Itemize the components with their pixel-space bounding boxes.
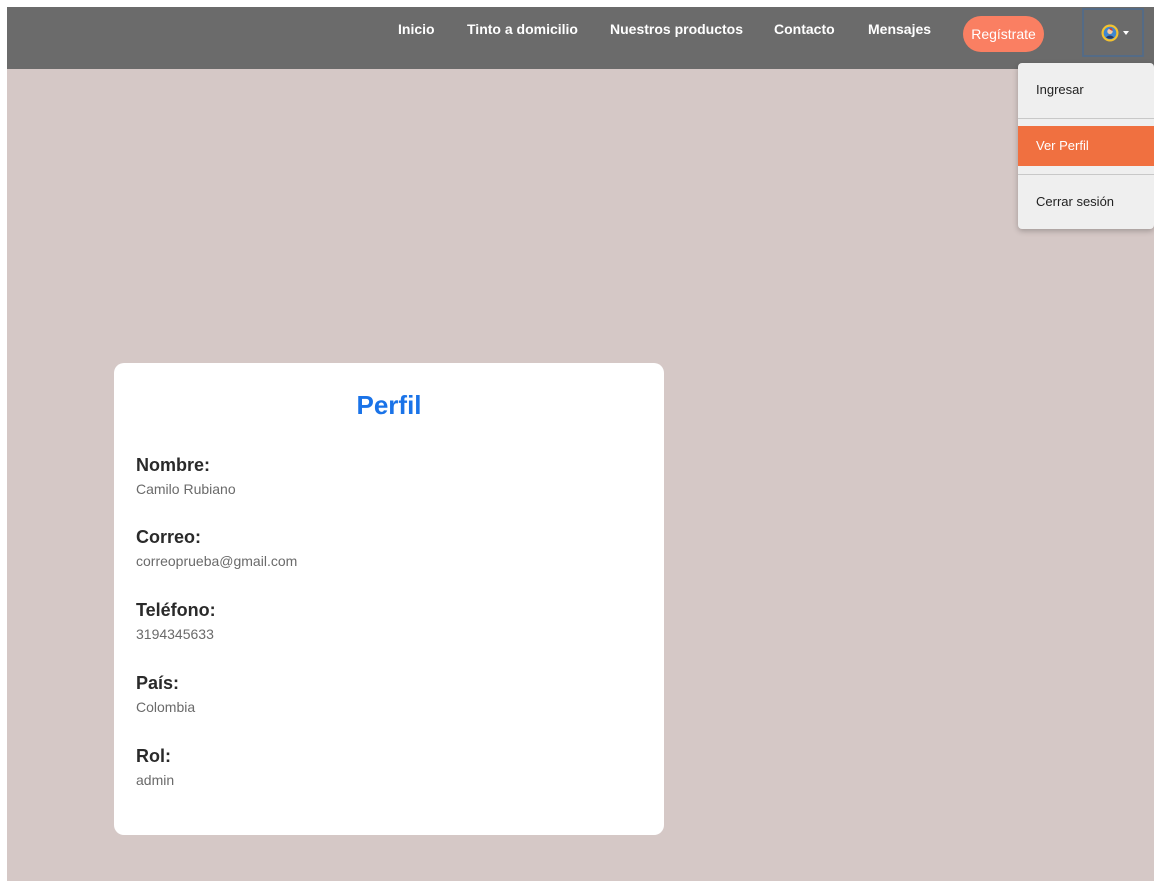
nav-link-nuestros-productos[interactable]: Nuestros productos [610, 20, 743, 38]
profile-card: Perfil Nombre: Camilo Rubiano Correo: co… [114, 363, 664, 835]
user-dropdown-menu: Ingresar Ver Perfil Cerrar sesión [1018, 63, 1154, 229]
field-value-correo: correoprueba@gmail.com [136, 553, 298, 569]
field-label-pais: País: [136, 673, 180, 693]
caret-down-icon [1123, 31, 1129, 35]
profile-title: Perfil [356, 390, 422, 420]
menu-item-ingresar[interactable]: Ingresar [1018, 70, 1154, 110]
field-label-nombre: Nombre: [136, 455, 211, 475]
field-value-pais: Colombia [136, 699, 196, 715]
field-label-rol: Rol: [136, 746, 171, 766]
nav-link-mensajes[interactable]: Mensajes [868, 20, 931, 38]
menu-item-ver-perfil[interactable]: Ver Perfil [1018, 126, 1154, 166]
field-value-rol: admin [136, 772, 175, 788]
menu-item-cerrar-sesion[interactable]: Cerrar sesión [1018, 182, 1154, 222]
page: Inicio Tinto a domicilio Nuestros produc… [7, 7, 1154, 881]
user-menu-toggle[interactable] [1082, 8, 1144, 57]
field-value-telefono: 3194345633 [136, 626, 214, 642]
nav-link-contacto[interactable]: Contacto [774, 20, 835, 38]
menu-divider [1018, 118, 1154, 119]
field-value-nombre: Camilo Rubiano [136, 481, 236, 497]
nav-link-inicio[interactable]: Inicio [398, 20, 435, 38]
field-label-telefono: Teléfono: [136, 600, 216, 620]
menu-divider [1018, 174, 1154, 175]
user-avatar-icon [1101, 24, 1119, 42]
field-label-correo: Correo: [136, 527, 202, 547]
nav-link-tinto-a-domicilio[interactable]: Tinto a domicilio [467, 20, 578, 38]
register-button[interactable]: Regístrate [963, 16, 1044, 52]
navbar: Inicio Tinto a domicilio Nuestros produc… [7, 7, 1154, 69]
